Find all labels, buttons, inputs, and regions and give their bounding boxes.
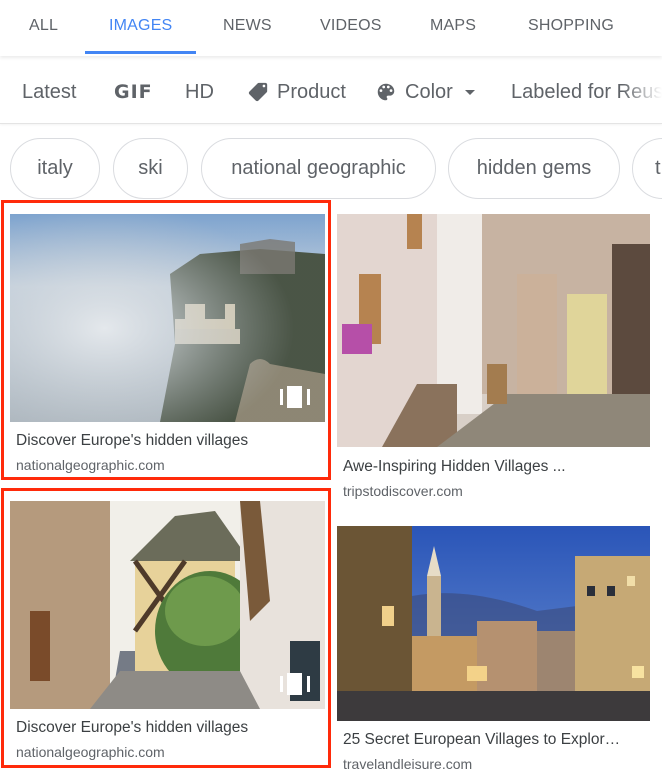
filter-gif[interactable]: GIF [114,60,153,123]
scroll-fade [622,60,662,123]
filter-toolbar: Latest GIF HD Product Color Labeled for … [0,60,662,124]
gallery-icon [280,673,310,695]
result-source: tripstodiscover.com [343,483,463,499]
related-searches: italy ski national geographic hidden gem… [0,136,662,200]
result-thumbnail[interactable] [10,214,325,422]
thumbnail-image [10,501,325,709]
tab-all[interactable]: ALL [29,0,58,56]
search-type-tabs: ALL IMAGES NEWS VIDEOS MAPS SHOPPING [0,0,662,56]
filter-color-label: Color [405,81,453,103]
thumbnail-image [337,214,650,447]
result-thumbnail[interactable] [337,526,650,721]
tag-icon [248,82,268,102]
result-title: Awe-Inspiring Hidden Villages ... [343,458,566,475]
result-title: Discover Europe's hidden villages [16,719,249,736]
tab-images[interactable]: IMAGES [85,0,197,56]
result-source: nationalgeographic.com [16,457,165,473]
palette-icon [377,83,395,101]
filter-product-label: Product [277,81,346,103]
filter-latest[interactable]: Latest [22,60,76,123]
result-title: 25 Secret European Villages to Explor… [343,731,621,748]
result-title: Discover Europe's hidden villages [16,432,249,449]
filter-hd[interactable]: HD [185,60,214,123]
chip-italy[interactable]: italy [10,138,100,199]
result-source: travelandleisure.com [343,756,473,772]
caret-down-icon [464,90,475,95]
thumbnail-image [10,214,325,422]
result-source: nationalgeographic.com [16,744,165,760]
gallery-icon [280,386,310,408]
tab-news[interactable]: NEWS [223,0,272,56]
tab-images-label: IMAGES [109,17,173,34]
thumbnail-image [337,526,650,721]
result-thumbnail[interactable] [337,214,650,447]
filter-color[interactable]: Color [375,60,477,123]
tab-videos[interactable]: VIDEOS [320,0,382,56]
active-tab-indicator [85,51,197,54]
chip-national-geographic[interactable]: national geographic [201,138,436,199]
filter-product[interactable]: Product [247,60,346,123]
tab-shopping[interactable]: SHOPPING [528,0,614,56]
tab-maps[interactable]: MAPS [430,0,476,56]
chip-partial[interactable]: t [632,138,662,199]
chip-hidden-gems[interactable]: hidden gems [448,138,620,199]
chip-ski[interactable]: ski [113,138,188,199]
result-thumbnail[interactable] [10,501,325,709]
